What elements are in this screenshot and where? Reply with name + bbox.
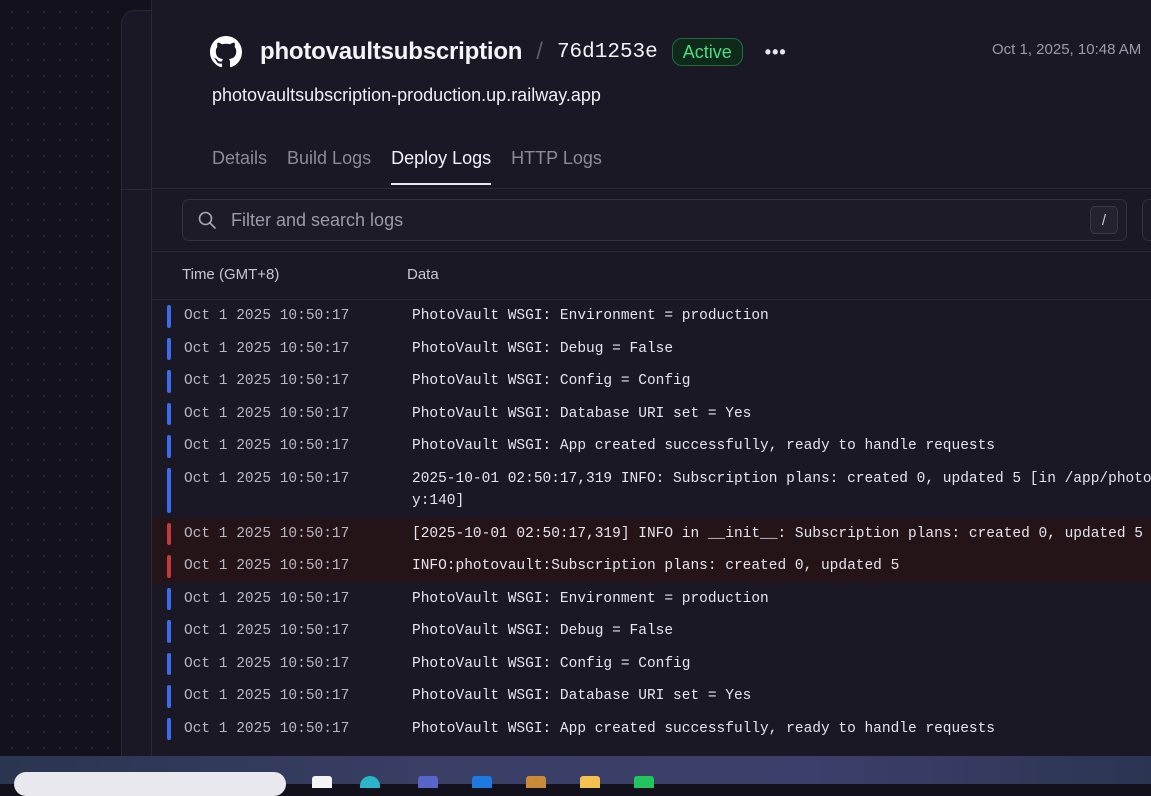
- tab-bar: Details Build Logs Deploy Logs HTTP Logs: [212, 148, 602, 185]
- deployment-panel: photovaultsubscription / 76d1253e Active…: [151, 0, 1151, 756]
- background-dot-grid: [0, 0, 122, 756]
- log-row[interactable]: Oct 1 2025 10:50:17 PhotoVault WSGI: Conf…: [152, 365, 1151, 398]
- level-indicator: [167, 620, 171, 643]
- log-row[interactable]: Oct 1 2025 10:50:17 PhotoVault WSGI: Data…: [152, 680, 1151, 713]
- log-list: Oct 1 2025 10:50:17 PhotoVault WSGI: Envi…: [152, 300, 1151, 745]
- log-time: Oct 1 2025 10:50:17: [184, 438, 350, 454]
- log-time: Oct 1 2025 10:50:17: [184, 373, 350, 389]
- log-row[interactable]: Oct 1 2025 10:50:17 PhotoVault WSGI: Envi…: [152, 583, 1151, 616]
- level-indicator: [167, 467, 171, 513]
- level-indicator: [167, 652, 171, 675]
- keyboard-shortcut-hint: /: [1090, 206, 1118, 234]
- taskbar-search-box[interactable]: [14, 772, 286, 796]
- taskbar-app-icon[interactable]: [312, 776, 332, 788]
- taskbar-app-icon[interactable]: [526, 776, 546, 788]
- column-header-time: Time (GMT+8): [182, 266, 280, 283]
- commit-hash[interactable]: 76d1253e: [557, 41, 658, 64]
- log-row[interactable]: Oct 1 2025 10:50:17 PhotoVault WSGI: App …: [152, 430, 1151, 463]
- log-data: PhotoVault WSGI: App created successfull…: [412, 438, 995, 454]
- repo-name[interactable]: photovaultsubscription: [260, 38, 522, 66]
- level-indicator: [167, 555, 171, 578]
- log-time: Oct 1 2025 10:50:17: [184, 688, 350, 704]
- log-row-error[interactable]: Oct 1 2025 10:50:17 INFO:photovault:Subsc…: [152, 550, 1151, 583]
- github-icon: [210, 36, 242, 68]
- level-indicator: [167, 305, 171, 328]
- more-options-button[interactable]: •••: [765, 42, 787, 63]
- log-search-input[interactable]: [229, 208, 1090, 232]
- log-data: PhotoVault WSGI: Database URI set = Yes: [412, 405, 752, 422]
- log-row[interactable]: Oct 1 2025 10:50:17 2025-10-01 02:50:17,3…: [152, 463, 1151, 518]
- log-row-error[interactable]: Oct 1 2025 10:50:17 [2025-10-01 02:50:17,…: [152, 517, 1151, 550]
- tab-build-logs[interactable]: Build Logs: [287, 148, 371, 185]
- log-search-bar: /: [182, 199, 1127, 241]
- taskbar-app-icon[interactable]: [472, 776, 492, 788]
- log-time: Oct 1 2025 10:50:17: [184, 655, 350, 672]
- level-indicator: [167, 370, 171, 393]
- search-divider: [152, 251, 1151, 252]
- log-data: PhotoVault WSGI: Debug = False: [412, 623, 674, 639]
- divider: [122, 189, 152, 190]
- level-indicator: [167, 587, 171, 610]
- log-data: PhotoVault WSGI: Config = Config: [412, 655, 691, 672]
- level-indicator: [167, 717, 171, 740]
- tab-details[interactable]: Details: [212, 148, 267, 185]
- log-data: PhotoVault WSGI: Config = Config: [412, 373, 691, 389]
- filter-button[interactable]: [1142, 199, 1151, 241]
- log-data: INFO:photovault:Subscription plans: crea…: [412, 558, 900, 574]
- level-indicator: [167, 337, 171, 360]
- deployment-url-link[interactable]: photovaultsubscription-production.up.rai…: [212, 85, 601, 106]
- tab-http-logs[interactable]: HTTP Logs: [511, 148, 602, 185]
- log-time: Oct 1 2025 10:50:17: [184, 720, 350, 737]
- log-row[interactable]: Oct 1 2025 10:50:17 PhotoVault WSGI: Envi…: [152, 300, 1151, 333]
- taskbar-app-icon[interactable]: [418, 776, 438, 788]
- log-time: Oct 1 2025 10:50:17: [184, 340, 350, 357]
- log-data: 2025-10-01 02:50:17,319 INFO: Subscripti…: [412, 470, 1151, 509]
- deployment-timestamp: Oct 1, 2025, 10:48 AM: [992, 41, 1142, 58]
- log-time: Oct 1 2025 10:50:17: [184, 525, 350, 542]
- column-header-data: Data: [407, 266, 439, 283]
- log-row[interactable]: Oct 1 2025 10:50:17 PhotoVault WSGI: Data…: [152, 398, 1151, 431]
- level-indicator: [167, 685, 171, 708]
- search-icon: [198, 211, 216, 229]
- taskbar-folder-icon[interactable]: [580, 776, 600, 788]
- tab-deploy-logs[interactable]: Deploy Logs: [391, 148, 492, 185]
- breadcrumb-separator: /: [536, 38, 543, 65]
- log-data: PhotoVault WSGI: Environment = productio…: [412, 590, 769, 607]
- taskbar-app-icon[interactable]: [634, 776, 654, 788]
- status-badge: Active: [671, 38, 743, 66]
- level-indicator: [167, 522, 171, 545]
- log-row[interactable]: Oct 1 2025 10:50:17 PhotoVault WSGI: Debu…: [152, 333, 1151, 366]
- log-time: Oct 1 2025 10:50:17: [184, 558, 350, 574]
- tabs-divider: [152, 188, 1151, 189]
- log-row[interactable]: Oct 1 2025 10:50:17 PhotoVault WSGI: Conf…: [152, 648, 1151, 681]
- log-data: [2025-10-01 02:50:17,319] INFO in __init…: [412, 525, 1143, 542]
- log-time: Oct 1 2025 10:50:17: [184, 590, 350, 607]
- log-time: Oct 1 2025 10:50:17: [184, 623, 350, 639]
- log-time: Oct 1 2025 10:50:17: [184, 405, 350, 422]
- log-time: Oct 1 2025 10:50:17: [184, 308, 350, 324]
- log-data: PhotoVault WSGI: App created successfull…: [412, 720, 995, 737]
- side-panel-edge: [121, 10, 152, 757]
- level-indicator: [167, 402, 171, 425]
- log-data: PhotoVault WSGI: Debug = False: [412, 340, 674, 357]
- log-time: Oct 1 2025 10:50:17: [184, 470, 350, 487]
- log-row[interactable]: Oct 1 2025 10:50:17 PhotoVault WSGI: Debu…: [152, 615, 1151, 648]
- log-row[interactable]: Oct 1 2025 10:50:17 PhotoVault WSGI: App …: [152, 713, 1151, 746]
- log-data: PhotoVault WSGI: Environment = productio…: [412, 308, 769, 324]
- deployment-header: photovaultsubscription / 76d1253e Active…: [210, 32, 787, 72]
- log-data: PhotoVault WSGI: Database URI set = Yes: [412, 688, 752, 704]
- level-indicator: [167, 435, 171, 458]
